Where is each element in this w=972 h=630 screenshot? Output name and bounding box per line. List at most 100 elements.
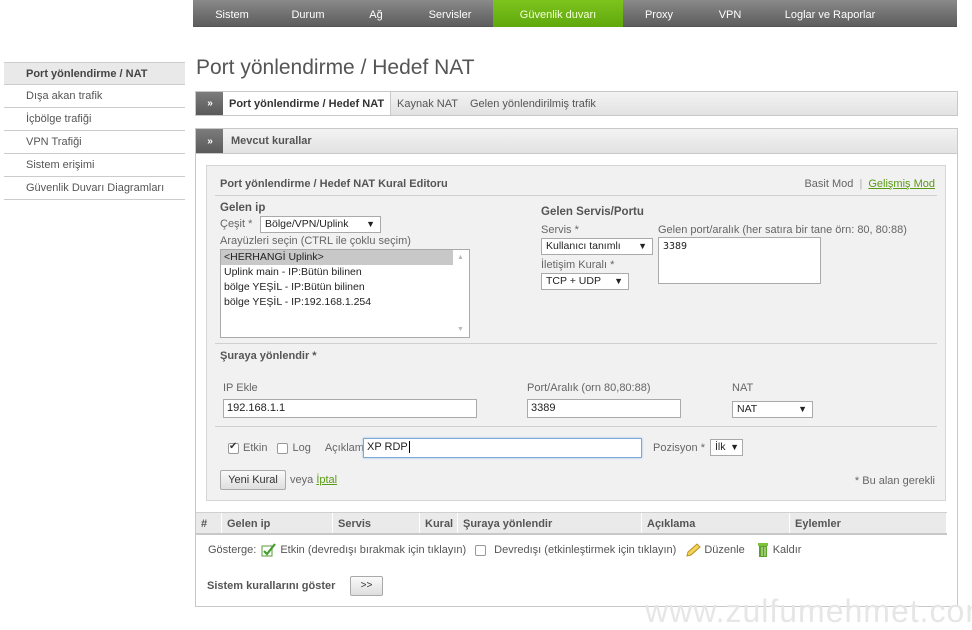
show-system-rules-button[interactable]: >> <box>350 576 383 596</box>
watermark: www.zulfumehmet.com <box>645 593 972 629</box>
sidebar-item-outgoing[interactable]: Dışa akan trafik <box>4 85 185 108</box>
basic-mode-link[interactable]: Basit Mod <box>804 178 853 190</box>
redirect-port-label: Port/Aralık (orn 80,80:88) <box>527 382 651 394</box>
enabled-label: Etkin <box>243 442 268 454</box>
dropdown-arrow-icon: ▼ <box>366 219 375 229</box>
trash-icon <box>757 543 768 557</box>
list-item[interactable]: Uplink main - IP:Bütün bilinen <box>221 265 453 280</box>
editor-title: Port yönlendirme / Hedef NAT Kural Edito… <box>220 178 448 190</box>
redirect-title: Şuraya yönlendir * <box>220 350 317 362</box>
redirect-ip-input[interactable]: 192.168.1.1 <box>223 399 477 418</box>
incoming-ip-title: Gelen ip <box>220 202 266 214</box>
legend-label: Gösterge: <box>208 544 257 556</box>
column-header-number: # <box>196 513 222 533</box>
nav-item-servisler[interactable]: Servisler <box>407 0 493 27</box>
nat-select[interactable]: NAT ▼ <box>732 401 813 418</box>
protocol-select-value: TCP + UDP <box>546 275 601 287</box>
sidebar: Port yönlendirme / NAT Dışa akan trafik … <box>4 62 185 200</box>
interfaces-label: Arayüzleri seçin (CTRL ile çoklu seçim) <box>220 235 411 247</box>
nav-item-ag[interactable]: Ağ <box>345 0 407 27</box>
legend: Gösterge: Etkin (devredışı bırakmak için… <box>208 542 806 558</box>
log-checkbox[interactable] <box>277 442 289 454</box>
incoming-port-label: Gelen port/aralık (her satıra bir tane ö… <box>658 224 907 236</box>
position-select-value: İlk <box>715 441 726 453</box>
list-item[interactable]: <HERHANGİ Uplink> <box>221 250 453 265</box>
nav-item-proxy[interactable]: Proxy <box>623 0 695 27</box>
legend-remove: Kaldır <box>772 544 802 556</box>
tab-incoming-routed[interactable]: Gelen yönlendirilmiş trafik <box>464 92 602 115</box>
chevron-right-icon: » <box>196 129 223 153</box>
scroll-up-icon[interactable]: ▲ <box>457 254 464 261</box>
column-header-redirect: Şuraya yönlendir <box>458 513 642 533</box>
rules-panel: » Mevcut kurallar Port yönlendirme / Hed… <box>195 128 958 607</box>
list-item[interactable]: bölge YEŞİL - IP:192.168.1.254 <box>221 295 453 310</box>
column-header-rule: Kural <box>420 513 458 533</box>
dropdown-arrow-icon: ▼ <box>730 442 739 452</box>
panel-header: » Mevcut kurallar <box>196 129 957 154</box>
top-navigation: Sistem Durum Ağ Servisler Güvenlik duvar… <box>193 0 957 27</box>
tab-source-nat[interactable]: Kaynak NAT <box>391 92 464 115</box>
rules-table-header: # Gelen ip Servis Kural Şuraya yönlendir… <box>196 512 947 535</box>
legend-edit: Düzenle <box>704 544 745 556</box>
description-value: XP RDP <box>367 441 408 453</box>
options-row: Etkin Log Açıklama <box>228 441 370 454</box>
nat-label: NAT <box>732 382 754 394</box>
interfaces-listbox[interactable]: <HERHANGİ Uplink> Uplink main - IP:Bütün… <box>220 249 470 338</box>
mode-separator: | <box>859 178 863 190</box>
tab-port-forwarding[interactable]: Port yönlendirme / Hedef NAT <box>223 92 392 115</box>
sidebar-item-port-forwarding[interactable]: Port yönlendirme / NAT <box>4 62 185 85</box>
panel-title: Mevcut kurallar <box>231 135 312 147</box>
pencil-icon <box>686 543 702 557</box>
nat-select-value: NAT <box>737 403 758 415</box>
column-header-description: Açıklama <box>642 513 790 533</box>
description-input[interactable]: XP RDP <box>363 438 642 458</box>
legend-disabled: Devredışı (etkinleştirmek için tıklayın) <box>494 544 677 556</box>
column-header-incoming-ip: Gelen ip <box>222 513 333 533</box>
protocol-select[interactable]: TCP + UDP ▼ <box>541 273 629 290</box>
nav-item-sistem[interactable]: Sistem <box>193 0 271 27</box>
enabled-checkbox[interactable] <box>228 441 239 454</box>
dropdown-arrow-icon: ▼ <box>638 241 647 251</box>
type-select-value: Bölge/VPN/Uplink <box>265 218 349 230</box>
redirect-port-input[interactable]: 3389 <box>527 399 681 418</box>
rule-editor: Port yönlendirme / Hedef NAT Kural Edito… <box>206 165 946 501</box>
service-label: Servis * <box>541 224 579 236</box>
chevron-right-icon: » <box>196 92 223 115</box>
sidebar-item-interzone[interactable]: İçbölge trafiği <box>4 108 185 131</box>
protocol-label: İletişim Kuralı * <box>541 259 615 271</box>
system-rules-label: Sistem kurallarını göster <box>207 580 336 592</box>
or-text: veya <box>290 474 314 486</box>
nav-item-loglar[interactable]: Loglar ve Raporlar <box>765 0 895 27</box>
service-select-value: Kullanıcı tanımlı <box>546 240 621 252</box>
nav-item-guvenlik-duvari[interactable]: Güvenlik duvarı <box>493 0 623 27</box>
type-label: Çeşit * <box>220 218 253 230</box>
text-cursor <box>408 441 410 453</box>
new-rule-button[interactable]: Yeni Kural <box>220 470 286 490</box>
advanced-mode-link[interactable]: Gelişmiş Mod <box>868 178 935 190</box>
list-item[interactable]: bölge YEŞİL - IP:Bütün bilinen <box>221 280 453 295</box>
legend-enabled: Etkin (devredışı bırakmak için tıklayın) <box>280 544 467 556</box>
type-select[interactable]: Bölge/VPN/Uplink ▼ <box>260 216 381 233</box>
disabled-checkbox-icon <box>475 544 487 556</box>
ip-label: IP Ekle <box>223 382 258 394</box>
cancel-link[interactable]: İptal <box>316 474 337 486</box>
cancel-row: veya İptal <box>290 474 337 486</box>
page-title: Port yönlendirme / Hedef NAT <box>196 56 475 79</box>
divider <box>215 195 937 196</box>
tab-bar: » Port yönlendirme / Hedef NAT Kaynak NA… <box>195 91 958 116</box>
service-select[interactable]: Kullanıcı tanımlı ▼ <box>541 238 653 255</box>
nav-item-vpn[interactable]: VPN <box>695 0 765 27</box>
sidebar-item-firewall-diagrams[interactable]: Güvenlik Duvarı Diagramları <box>4 177 185 200</box>
column-header-actions: Eylemler <box>790 513 947 533</box>
scroll-down-icon[interactable]: ▼ <box>457 326 464 333</box>
nav-item-durum[interactable]: Durum <box>271 0 345 27</box>
listbox-scrollbar[interactable]: ▲ ▼ <box>453 250 469 337</box>
enabled-check-icon <box>261 543 277 557</box>
position-select[interactable]: İlk ▼ <box>710 439 743 456</box>
log-label: Log <box>292 442 311 454</box>
incoming-port-textarea[interactable]: 3389 <box>658 237 821 284</box>
sidebar-item-system-access[interactable]: Sistem erişimi <box>4 154 185 177</box>
column-header-service: Servis <box>333 513 420 533</box>
sidebar-item-vpn-traffic[interactable]: VPN Trafiği <box>4 131 185 154</box>
dropdown-arrow-icon: ▼ <box>614 276 623 286</box>
